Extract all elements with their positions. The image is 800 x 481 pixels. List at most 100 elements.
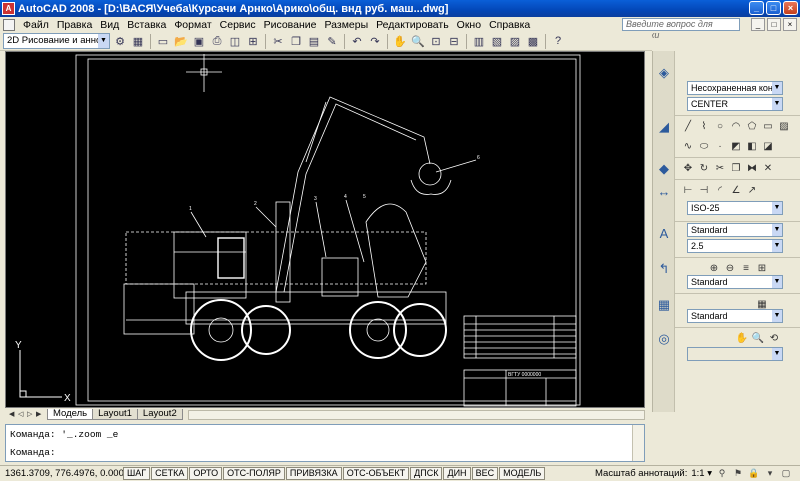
polar-toggle[interactable]: ОТС-ПОЛЯР — [223, 467, 285, 480]
layers-icon[interactable]: ◈ — [653, 65, 675, 81]
command-prompt[interactable]: Команда: — [10, 447, 56, 459]
model-toggle[interactable]: МОДЕЛЬ — [499, 467, 546, 480]
menu-view[interactable]: Вид — [96, 19, 123, 31]
command-line[interactable]: Команда: '_.zoom _e Команда: — [5, 424, 645, 462]
leader-icon[interactable]: ↗ — [745, 184, 759, 198]
align-leader-icon[interactable]: ≡ — [739, 262, 753, 276]
linear-dim-icon[interactable]: ⊢ — [681, 184, 695, 198]
autocad-app-icon[interactable]: A — [2, 2, 15, 15]
maximize-button[interactable]: □ — [766, 1, 781, 15]
dyn-toggle[interactable]: ДИН — [443, 467, 471, 480]
polyline-icon[interactable]: ⌇ — [697, 120, 711, 134]
chevron-down-icon[interactable]: ▼ — [772, 276, 782, 288]
grid-toggle[interactable]: СЕТКА — [151, 467, 189, 480]
match-icon[interactable]: ✎ — [324, 33, 340, 49]
copy-object-icon[interactable]: ❐ — [729, 162, 743, 176]
modify-icon[interactable]: ◆ — [653, 161, 675, 177]
annotation-autoscale-icon[interactable]: ⚑ — [732, 467, 744, 479]
hatch-icon[interactable]: ▨ — [777, 120, 791, 134]
point-icon[interactable]: · — [713, 140, 727, 154]
dimstyle-combo[interactable]: ISO-25 ▼ — [687, 201, 783, 215]
circle-icon[interactable]: ○ — [713, 120, 727, 134]
drawing-canvas[interactable]: 1 2 3 4 5 6 ВГТУ 0000000 Y X — [5, 51, 645, 408]
save-icon[interactable]: ▣ — [191, 33, 207, 49]
zoom-window-icon[interactable]: ⊡ — [428, 33, 444, 49]
add-leader-icon[interactable]: ⊕ — [707, 262, 721, 276]
menu-format[interactable]: Формат — [170, 19, 215, 31]
cut-icon[interactable]: ✂ — [270, 33, 286, 49]
layer-combo[interactable]: Несохраненная конфигура ▼ — [687, 81, 783, 95]
chevron-down-icon[interactable]: ▼ — [98, 34, 109, 48]
draw-icon[interactable]: ◢ — [653, 119, 675, 135]
snap-toggle[interactable]: ШАГ — [123, 467, 151, 480]
tab-next-icon[interactable]: ▷ — [27, 410, 35, 420]
otrack-toggle[interactable]: ОТС-ОБЪЕКТ — [342, 467, 410, 480]
annotation-visibility-icon[interactable]: ⚲ — [716, 467, 728, 479]
trim-icon[interactable]: ✂ — [713, 162, 727, 176]
linetype-combo[interactable]: CENTER ▼ — [687, 97, 783, 111]
text-icon[interactable]: A — [653, 226, 675, 241]
lineweight-toggle[interactable]: ВЕС — [471, 467, 499, 480]
tablestyle-combo[interactable]: Standard ▼ — [687, 309, 783, 323]
doc-close-button[interactable]: × — [783, 18, 797, 31]
clean-screen-icon[interactable]: ▢ — [780, 467, 792, 479]
table-icon[interactable]: ▦ — [653, 297, 675, 313]
copy-icon[interactable]: ❐ — [288, 33, 304, 49]
insert-icon[interactable]: ◪ — [761, 140, 775, 154]
nav-zoom-icon[interactable]: 🔍 — [751, 332, 765, 346]
region-icon[interactable]: ◩ — [729, 140, 743, 154]
publish-icon[interactable]: ⊞ — [245, 33, 261, 49]
tab-first-icon[interactable]: ◀ — [9, 410, 17, 420]
tab-prev-icon[interactable]: ◁ — [18, 410, 26, 420]
zoom-previous-icon[interactable]: ⊟ — [446, 33, 462, 49]
chevron-down-icon[interactable]: ▼ — [772, 98, 782, 110]
rotate-icon[interactable]: ↻ — [697, 162, 711, 176]
aligned-dim-icon[interactable]: ⊣ — [697, 184, 711, 198]
command-scrollbar[interactable] — [632, 425, 644, 461]
menu-window[interactable]: Окно — [453, 19, 485, 31]
osnap-toggle[interactable]: ПРИВЯЗКА — [285, 467, 342, 480]
tab-layout1[interactable]: Layout1 — [92, 409, 138, 420]
new-icon[interactable]: ▭ — [155, 33, 171, 49]
remove-leader-icon[interactable]: ⊖ — [723, 262, 737, 276]
view-combo[interactable]: ▼ — [687, 347, 783, 361]
textheight-combo[interactable]: 2.5 ▼ — [687, 239, 783, 253]
toolpalette-icon[interactable]: ▨ — [507, 33, 523, 49]
nav-pan-icon[interactable]: ✋ — [735, 332, 749, 346]
menu-tools[interactable]: Сервис — [216, 19, 260, 31]
doc-minimize-button[interactable]: _ — [751, 18, 765, 31]
polygon-icon[interactable]: ⬠ — [745, 120, 759, 134]
move-icon[interactable]: ✥ — [681, 162, 695, 176]
menu-draw[interactable]: Рисование — [260, 19, 321, 31]
arc-icon[interactable]: ◠ — [729, 120, 743, 134]
mirror-icon[interactable]: ⧓ — [745, 162, 759, 176]
ortho-toggle[interactable]: ОРТО — [189, 467, 223, 480]
chevron-down-icon[interactable]: ▼ — [772, 348, 782, 360]
lock-icon[interactable]: 🔒 — [748, 467, 760, 479]
navigation-icon[interactable]: ◎ — [653, 331, 675, 347]
open-icon[interactable]: 📂 — [173, 33, 189, 49]
tab-layout2[interactable]: Layout2 — [136, 409, 183, 420]
line-icon[interactable]: ╱ — [681, 120, 695, 134]
chevron-down-icon[interactable]: ▼ — [772, 82, 782, 94]
mleaderstyle-combo[interactable]: Standard ▼ — [687, 275, 783, 289]
rectangle-icon[interactable]: ▭ — [761, 120, 775, 134]
menu-dimension[interactable]: Размеры — [321, 19, 373, 31]
workspace-select[interactable]: 2D Рисование и аннотации ▼ — [3, 33, 110, 49]
chevron-down-icon[interactable]: ▼ — [772, 202, 782, 214]
doc-restore-button[interactable]: □ — [767, 18, 781, 31]
mleader-icon[interactable]: ↰ — [653, 261, 675, 277]
toolpalette-toggle-icon[interactable]: ▦ — [130, 33, 146, 49]
status-menu-icon[interactable]: ▾ — [764, 467, 776, 479]
angular-dim-icon[interactable]: ∠ — [729, 184, 743, 198]
undo-icon[interactable]: ↶ — [349, 33, 365, 49]
menu-help[interactable]: Справка — [485, 19, 534, 31]
spline-icon[interactable]: ∿ — [681, 140, 695, 154]
menu-insert[interactable]: Вставка — [123, 19, 170, 31]
calculator-icon[interactable]: ▩ — [525, 33, 541, 49]
designcenter-icon[interactable]: ▧ — [489, 33, 505, 49]
workspace-settings-icon[interactable]: ⚙ — [112, 33, 128, 49]
menu-edit[interactable]: Правка — [53, 19, 96, 31]
help-search-input[interactable]: Введите вопрос для справки — [622, 18, 740, 40]
annotation-scale-value[interactable]: 1:1 ▾ — [691, 468, 712, 479]
